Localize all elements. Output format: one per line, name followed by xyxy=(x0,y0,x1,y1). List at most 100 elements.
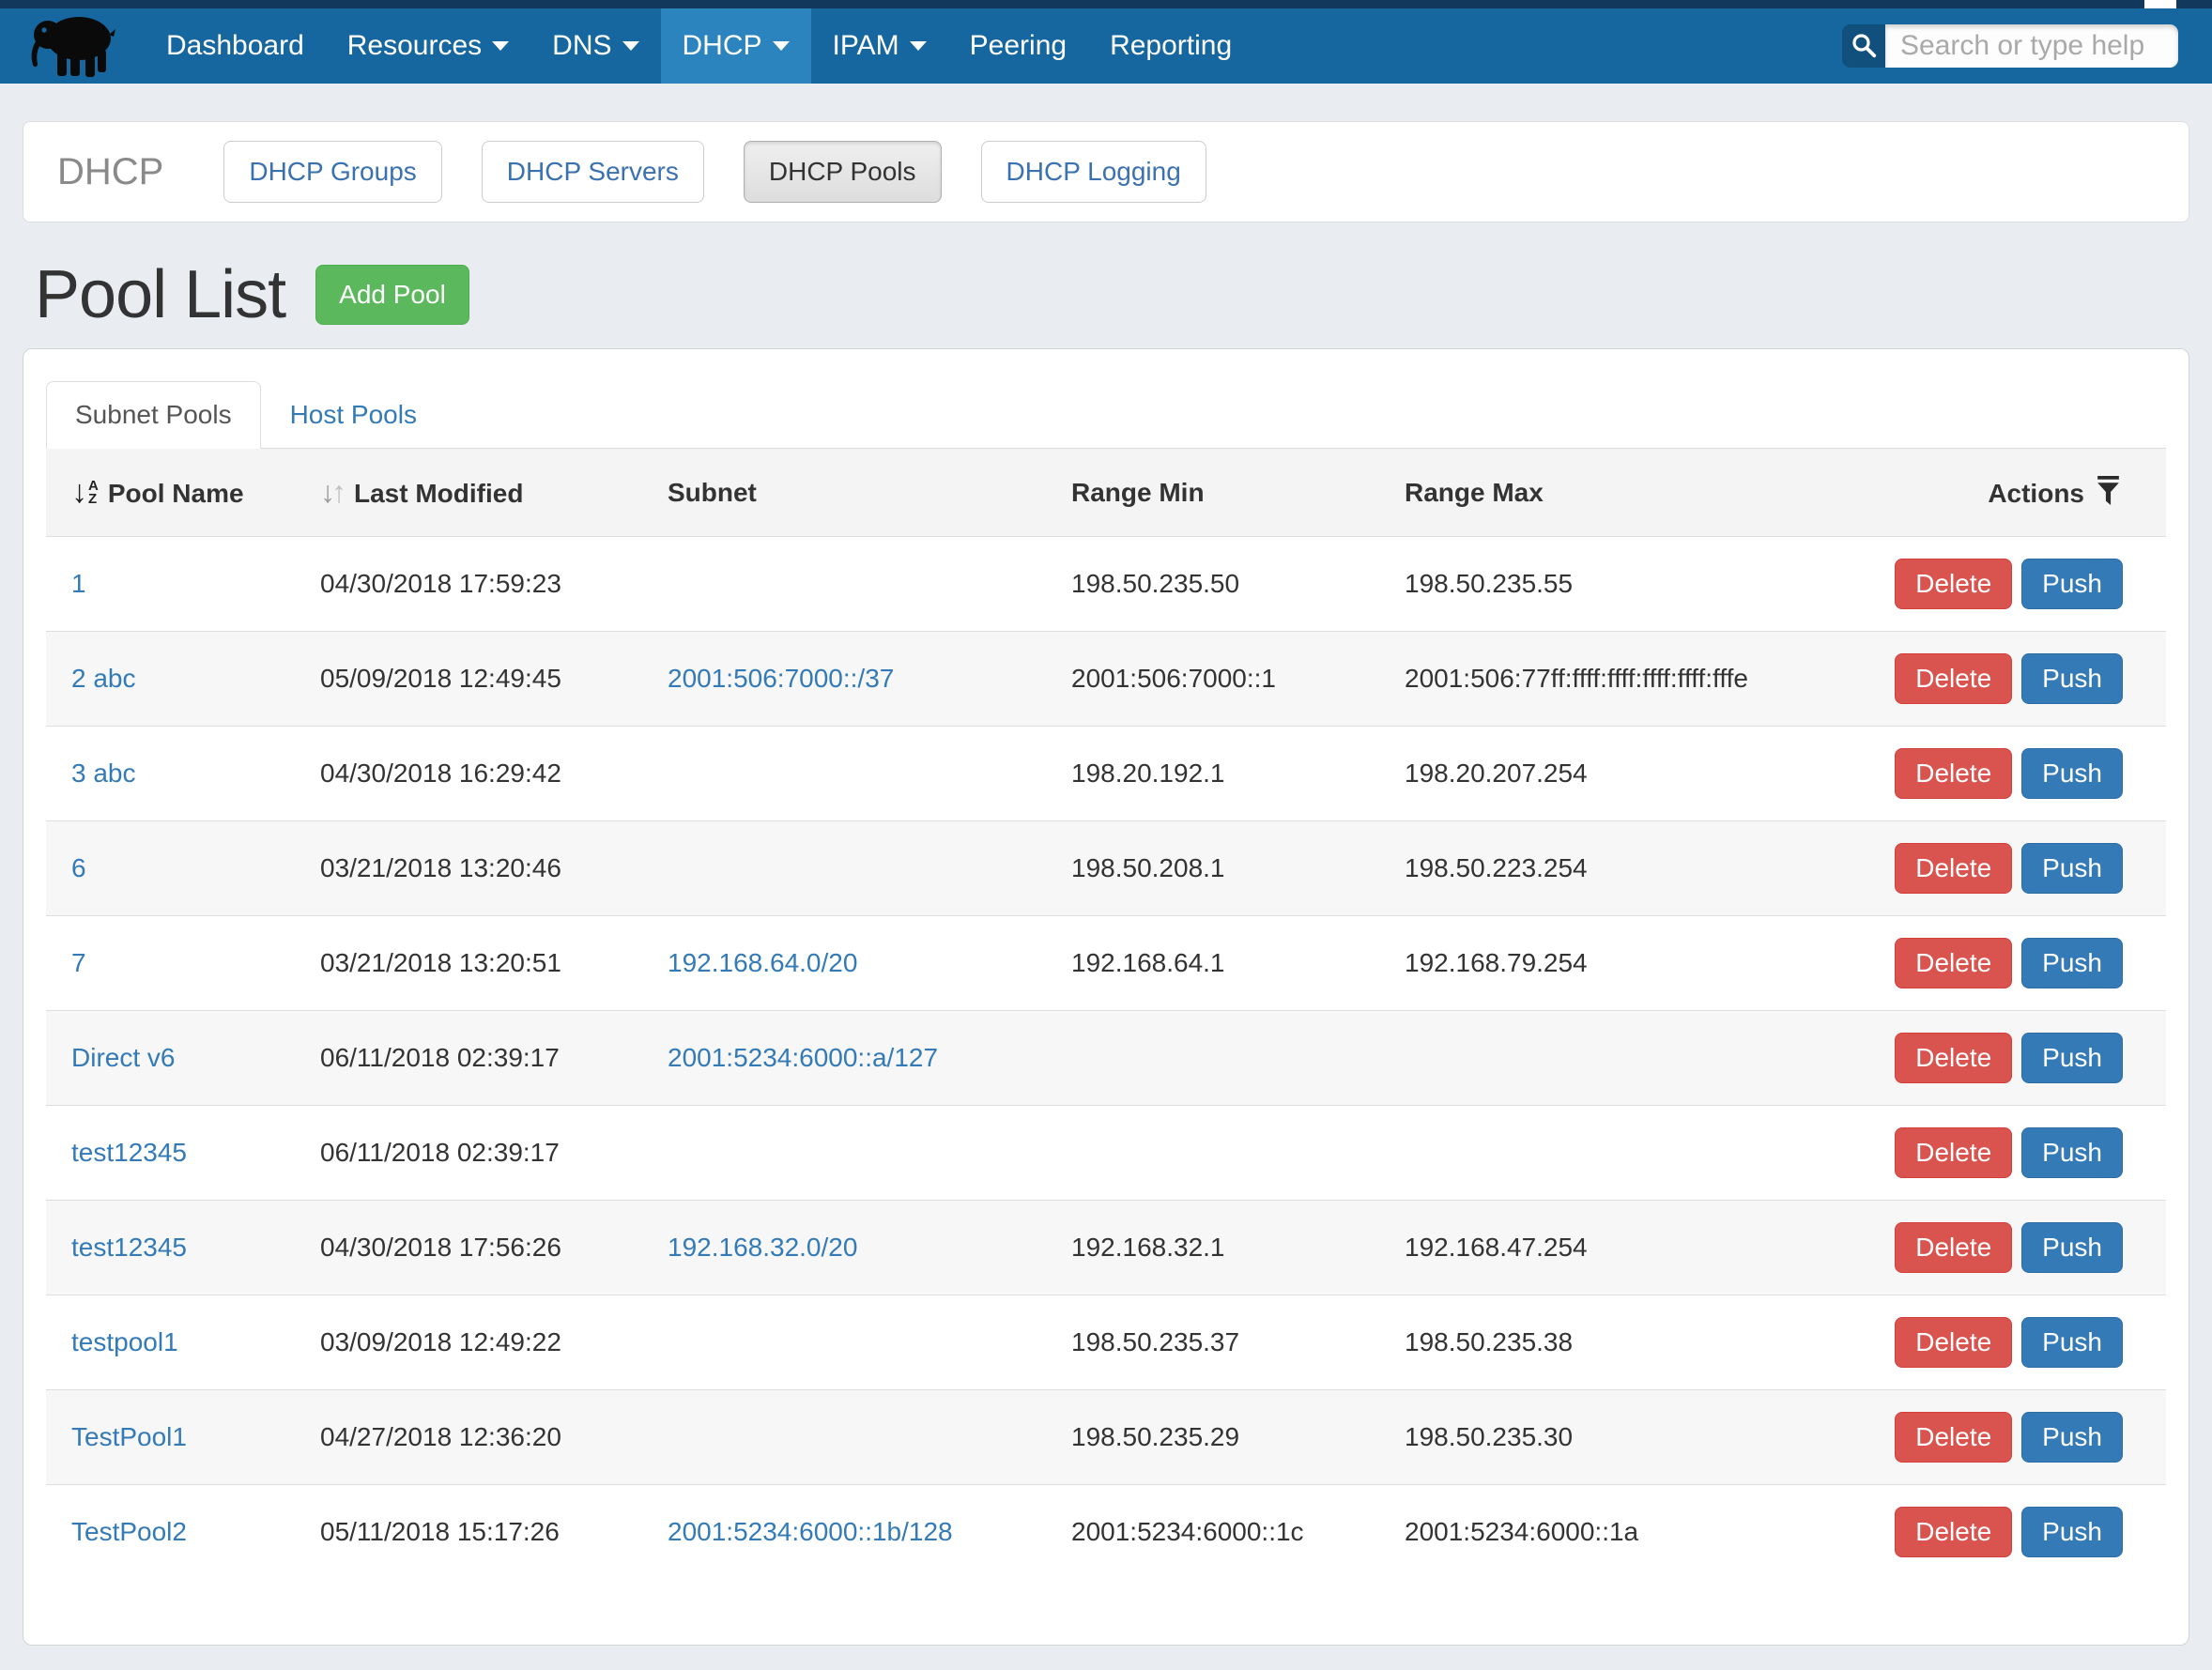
nav-item-dhcp[interactable]: DHCP xyxy=(661,8,811,84)
push-button[interactable]: Push xyxy=(2021,748,2123,799)
pool-name-link[interactable]: test12345 xyxy=(71,1138,187,1167)
table-row: testpool1 03/09/2018 12:49:22 198.50.235… xyxy=(46,1295,2166,1390)
search-input[interactable] xyxy=(1885,24,2178,68)
nav-item-peering[interactable]: Peering xyxy=(948,8,1088,84)
pool-list-panel: Subnet Pools Host Pools ↓AZPool Name ↓↑L… xyxy=(23,348,2189,1646)
delete-button[interactable]: Delete xyxy=(1895,843,2012,894)
dhcp-pools-button[interactable]: DHCP Pools xyxy=(744,141,942,203)
range-min-cell: 192.168.64.1 xyxy=(1046,916,1379,1011)
range-min-cell: 192.168.32.1 xyxy=(1046,1201,1379,1295)
pool-name-link[interactable]: TestPool2 xyxy=(71,1517,187,1546)
table-row: test12345 04/30/2018 17:56:26 192.168.32… xyxy=(46,1201,2166,1295)
pool-name-link[interactable]: 2 abc xyxy=(71,664,136,693)
last-modified-cell: 04/30/2018 16:29:42 xyxy=(295,727,642,821)
delete-button[interactable]: Delete xyxy=(1895,1033,2012,1083)
column-range-max: Range Max xyxy=(1379,449,1867,537)
page-title: Pool List xyxy=(35,256,285,333)
push-button[interactable]: Push xyxy=(2021,653,2123,704)
sort-alpha-asc-icon[interactable]: ↓AZ xyxy=(71,474,99,511)
table-row: 2 abc 05/09/2018 12:49:45 2001:506:7000:… xyxy=(46,632,2166,727)
nav-item-ipam[interactable]: IPAM xyxy=(811,8,948,84)
range-min-cell: 198.20.192.1 xyxy=(1046,727,1379,821)
pool-name-link[interactable]: test12345 xyxy=(71,1233,187,1262)
range-min-cell: 198.50.235.37 xyxy=(1046,1295,1379,1390)
delete-button[interactable]: Delete xyxy=(1895,748,2012,799)
last-modified-cell: 04/30/2018 17:56:26 xyxy=(295,1201,642,1295)
column-range-min: Range Min xyxy=(1046,449,1379,537)
pool-name-link[interactable]: 3 abc xyxy=(71,758,136,788)
nav-item-resources[interactable]: Resources xyxy=(326,8,530,84)
delete-button[interactable]: Delete xyxy=(1895,1412,2012,1463)
push-button[interactable]: Push xyxy=(2021,559,2123,609)
column-last-modified[interactable]: ↓↑Last Modified xyxy=(295,449,642,537)
column-subnet: Subnet xyxy=(642,449,1046,537)
delete-button[interactable]: Delete xyxy=(1895,1317,2012,1368)
search-icon xyxy=(1850,31,1878,62)
delete-button[interactable]: Delete xyxy=(1895,1507,2012,1557)
range-min-cell xyxy=(1046,1011,1379,1106)
push-button[interactable]: Push xyxy=(2021,1317,2123,1368)
range-max-cell: 198.50.235.38 xyxy=(1379,1295,1867,1390)
nav-item-reporting[interactable]: Reporting xyxy=(1088,8,1253,84)
push-button[interactable]: Push xyxy=(2021,1412,2123,1463)
pool-name-link[interactable]: 7 xyxy=(71,948,86,977)
subnet-link[interactable]: 2001:5234:6000::1b/128 xyxy=(668,1517,953,1546)
subnet-link[interactable]: 192.168.32.0/20 xyxy=(668,1233,857,1262)
dhcp-groups-button[interactable]: DHCP Groups xyxy=(223,141,441,203)
range-min-cell: 2001:5234:6000::1c xyxy=(1046,1485,1379,1580)
nav-item-dns[interactable]: DNS xyxy=(530,8,660,84)
push-button[interactable]: Push xyxy=(2021,1127,2123,1178)
column-pool-name[interactable]: ↓AZPool Name xyxy=(46,449,295,537)
last-modified-cell: 03/09/2018 12:49:22 xyxy=(295,1295,642,1390)
pool-name-link[interactable]: 6 xyxy=(71,853,86,882)
range-max-cell: 2001:506:77ff:ffff:ffff:ffff:ffff:fffe xyxy=(1379,632,1867,727)
subnet-link[interactable]: 192.168.64.0/20 xyxy=(668,948,857,977)
table-row: Direct v6 06/11/2018 02:39:17 2001:5234:… xyxy=(46,1011,2166,1106)
pool-name-link[interactable]: TestPool1 xyxy=(71,1422,187,1451)
delete-button[interactable]: Delete xyxy=(1895,1222,2012,1273)
last-modified-cell: 06/11/2018 02:39:17 xyxy=(295,1011,642,1106)
table-header-row: ↓AZPool Name ↓↑Last Modified Subnet Rang… xyxy=(46,449,2166,537)
filter-icon[interactable] xyxy=(2096,476,2121,505)
range-min-cell xyxy=(1046,1106,1379,1201)
push-button[interactable]: Push xyxy=(2021,938,2123,988)
range-min-cell: 2001:506:7000::1 xyxy=(1046,632,1379,727)
range-max-cell: 198.20.207.254 xyxy=(1379,727,1867,821)
navbar: Dashboard Resources DNS DHCP IPAM Peerin… xyxy=(0,8,2212,84)
push-button[interactable]: Push xyxy=(2021,1033,2123,1083)
last-modified-cell: 04/30/2018 17:59:23 xyxy=(295,537,642,632)
dhcp-servers-button[interactable]: DHCP Servers xyxy=(482,141,704,203)
table-row: TestPool2 05/11/2018 15:17:26 2001:5234:… xyxy=(46,1485,2166,1580)
search-button[interactable] xyxy=(1842,24,1885,68)
sort-arrows-icon[interactable]: ↓↑ xyxy=(320,475,346,510)
delete-button[interactable]: Delete xyxy=(1895,559,2012,609)
add-pool-button[interactable]: Add Pool xyxy=(315,265,469,325)
last-modified-cell: 04/27/2018 12:36:20 xyxy=(295,1390,642,1485)
range-max-cell: 192.168.47.254 xyxy=(1379,1201,1867,1295)
tab-subnet-pools[interactable]: Subnet Pools xyxy=(46,381,261,449)
delete-button[interactable]: Delete xyxy=(1895,938,2012,988)
last-modified-cell: 06/11/2018 02:39:17 xyxy=(295,1106,642,1201)
brand-logo[interactable] xyxy=(0,8,145,84)
range-max-cell xyxy=(1379,1106,1867,1201)
subnet-link[interactable]: 2001:506:7000::/37 xyxy=(668,664,894,693)
range-min-cell: 198.50.208.1 xyxy=(1046,821,1379,916)
dhcp-logging-button[interactable]: DHCP Logging xyxy=(981,141,1206,203)
chevron-down-icon xyxy=(773,41,790,51)
delete-button[interactable]: Delete xyxy=(1895,653,2012,704)
last-modified-cell: 03/21/2018 13:20:51 xyxy=(295,916,642,1011)
tab-host-pools[interactable]: Host Pools xyxy=(261,381,446,449)
pool-name-link[interactable]: Direct v6 xyxy=(71,1043,175,1072)
push-button[interactable]: Push xyxy=(2021,1222,2123,1273)
nav-item-dashboard[interactable]: Dashboard xyxy=(145,8,326,84)
delete-button[interactable]: Delete xyxy=(1895,1127,2012,1178)
push-button[interactable]: Push xyxy=(2021,1507,2123,1557)
subnet-link[interactable]: 2001:5234:6000::a/127 xyxy=(668,1043,938,1072)
pool-name-link[interactable]: 1 xyxy=(71,569,86,598)
range-min-cell: 198.50.235.29 xyxy=(1046,1390,1379,1485)
chevron-down-icon xyxy=(492,41,509,51)
pool-name-link[interactable]: testpool1 xyxy=(71,1327,178,1356)
chevron-down-icon xyxy=(910,41,927,51)
last-modified-cell: 05/09/2018 12:49:45 xyxy=(295,632,642,727)
push-button[interactable]: Push xyxy=(2021,843,2123,894)
